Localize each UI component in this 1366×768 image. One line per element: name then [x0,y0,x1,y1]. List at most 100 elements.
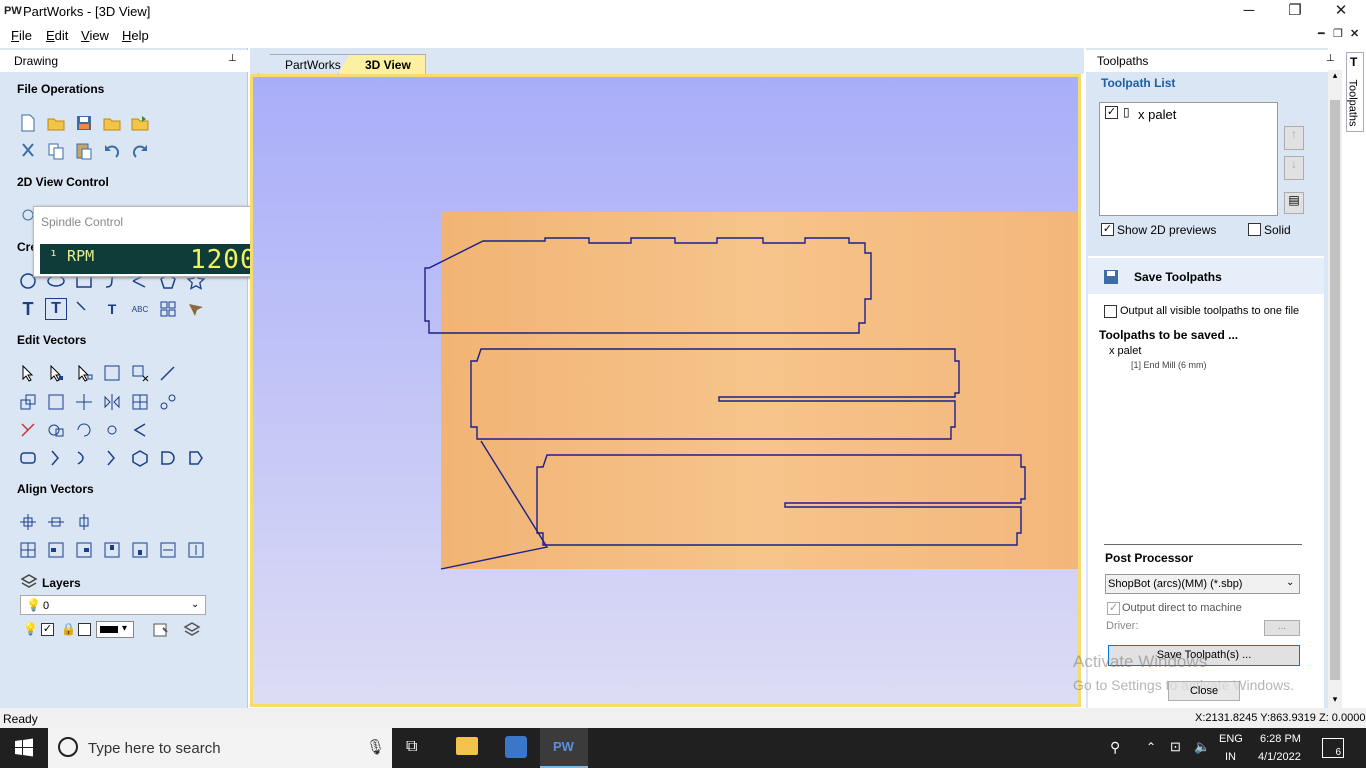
partworks-taskbar-button[interactable]: PW [540,728,588,768]
menu-file[interactable]: File [11,28,32,43]
mirror-icon[interactable] [101,391,123,413]
resize-icon[interactable] [45,391,67,413]
network-icon[interactable]: ⊡ [1170,739,1181,755]
notification-center-icon[interactable]: 6 [1322,738,1344,758]
scroll-down-icon[interactable]: ▾ [1328,694,1342,705]
new-file-icon[interactable] [17,112,39,134]
layer-visible-icon[interactable]: 💡 [23,622,38,636]
layer-manager-icon[interactable] [150,619,172,641]
bend-text-icon[interactable]: ABC [129,298,151,320]
volume-icon[interactable]: 🔈 [1194,739,1210,755]
arc-node-icon[interactable] [157,447,179,469]
close-vector-icon[interactable] [129,447,151,469]
toolpath-summary-button[interactable]: ▤ [1284,192,1304,214]
toolpath-list[interactable]: ✓ ▯ x palet [1099,102,1278,216]
move-up-button[interactable]: ↑ [1284,126,1304,150]
microphone-icon[interactable]: 🎙 [366,738,385,756]
align-right-icon[interactable] [73,539,95,561]
open-folder-icon[interactable] [101,112,123,134]
people-icon[interactable]: ⚲ [1110,739,1120,756]
toolpath-item[interactable]: x palet [1138,107,1176,122]
select-tool-icon[interactable] [17,362,39,384]
align-top-icon[interactable] [101,539,123,561]
align-h-center-icon[interactable] [45,511,67,533]
solid-checkbox[interactable] [1248,223,1261,236]
toolpath-visible-checkbox[interactable]: ✓ [1105,106,1118,119]
taskbar-search-box[interactable]: Type here to search 🎙 [48,728,392,768]
move-icon[interactable] [73,391,95,413]
weld-icon[interactable] [157,362,179,384]
space-horizontal-icon[interactable] [157,539,179,561]
open-file-icon[interactable] [45,112,67,134]
layer-checkbox[interactable]: ✓ [41,623,54,636]
input-region[interactable]: IN [1225,751,1236,763]
redo-icon[interactable] [129,140,151,162]
extend-icon[interactable] [129,419,151,441]
copy-icon[interactable] [45,140,67,162]
app-icon[interactable] [505,736,527,758]
driver-browse-button[interactable]: ... [1264,620,1300,636]
scroll-thumb[interactable] [1330,100,1340,680]
nest-icon[interactable] [157,391,179,413]
windows-start-icon[interactable] [14,738,34,758]
toolpaths-pin-icon[interactable]: ⊥ [1326,53,1335,64]
cut-icon[interactable] [17,140,39,162]
paste-icon[interactable] [73,140,95,162]
toolpaths-scrollbar[interactable]: ▴ ▾ [1328,70,1342,708]
align-v-center-icon[interactable] [73,511,95,533]
clock-date[interactable]: 4/1/2022 [1258,751,1301,763]
post-processor-select[interactable]: ShopBot (arcs)(MM) (*.sbp) ⌄ [1105,574,1300,594]
layer-stack-icon[interactable] [181,619,203,641]
ungroup-icon[interactable] [129,362,151,384]
clock-time[interactable]: 6:28 PM [1260,733,1301,745]
align-center-icon[interactable] [17,511,39,533]
tab-3d-view[interactable]: 3D View [338,54,426,74]
move-down-button[interactable]: ↓ [1284,156,1304,180]
pin-icon[interactable]: ⊥ [228,53,237,64]
mdi-restore-icon[interactable]: ❐ [1333,27,1343,40]
layer-lock-icon[interactable]: 🔒 [61,622,76,636]
node-edit-icon[interactable] [45,362,67,384]
join-icon[interactable] [45,419,67,441]
text-box-tool-icon[interactable]: T [45,298,67,320]
undo-icon[interactable] [101,140,123,162]
input-language[interactable]: ENG [1219,733,1243,745]
close-button[interactable]: ✕ [1318,0,1364,24]
text-tool-icon[interactable]: T [17,298,39,320]
menu-help[interactable]: Help [122,28,149,43]
toolpaths-side-tab[interactable]: T Toolpaths [1346,52,1364,132]
layer-color-picker[interactable]: ▾ [96,621,134,638]
draw-tool-icon[interactable] [185,298,207,320]
chevron-up-icon[interactable]: ⌃ [1146,740,1156,754]
array-copy-icon[interactable] [157,298,179,320]
mdi-minimize-icon[interactable]: ━ [1318,27,1325,40]
node-smooth-icon[interactable] [73,447,95,469]
task-view-icon[interactable]: ⧉ [406,738,417,756]
scale-icon[interactable] [17,391,39,413]
import-icon[interactable] [129,112,151,134]
offset-icon[interactable] [101,419,123,441]
trim-icon[interactable] [17,419,39,441]
scroll-up-icon[interactable]: ▴ [1328,70,1342,81]
file-explorer-icon[interactable] [456,737,478,755]
align-page-center-icon[interactable] [17,539,39,561]
space-vertical-icon[interactable] [185,539,207,561]
output-all-checkbox[interactable] [1104,305,1117,318]
text-on-curve-icon[interactable] [73,298,95,320]
save-file-icon[interactable] [73,112,95,134]
3d-viewport[interactable] [250,74,1081,707]
align-bottom-icon[interactable] [129,539,151,561]
auto-layout-text-icon[interactable]: T [101,298,123,320]
restore-button[interactable]: ❐ [1272,0,1318,24]
menu-view[interactable]: View [81,28,109,43]
bezier-node-icon[interactable] [185,447,207,469]
minimize-button[interactable]: ─ [1226,0,1272,24]
menu-edit[interactable]: Edit [46,28,68,43]
layer-fill-swatch[interactable] [78,623,91,636]
close-panel-button[interactable]: Close [1168,681,1240,701]
fillet-icon[interactable] [73,419,95,441]
smooth-icon[interactable] [17,447,39,469]
node-corner-icon[interactable] [45,447,67,469]
transform-icon[interactable] [73,362,95,384]
node-insert-icon[interactable] [101,447,123,469]
